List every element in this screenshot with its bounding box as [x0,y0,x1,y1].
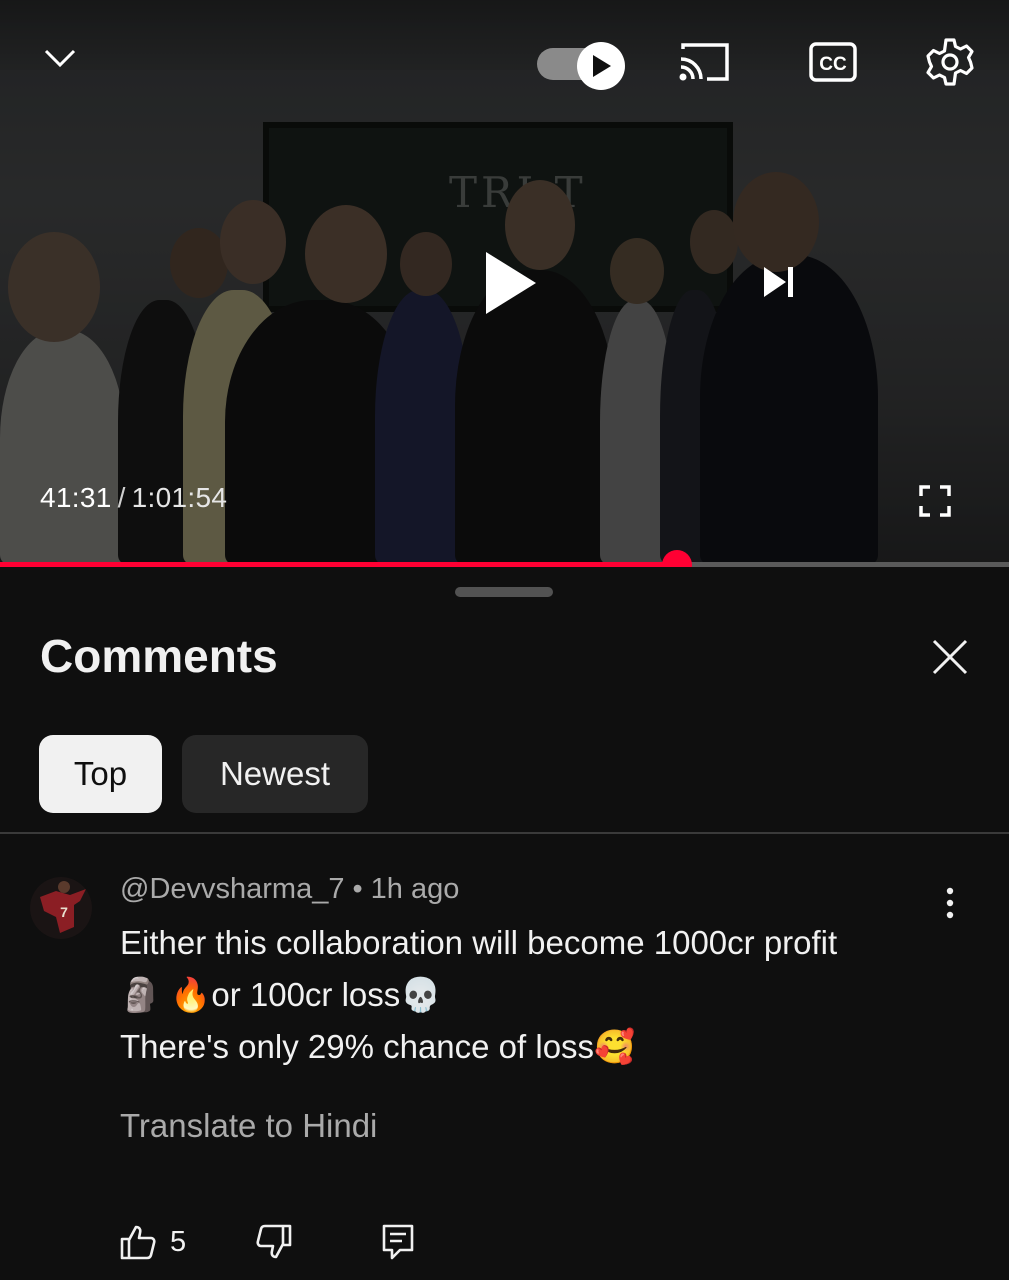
comment-time: 1h ago [370,873,460,905]
like-button[interactable]: 5 [120,1217,186,1267]
thumbs-down-icon [256,1224,292,1259]
autoplay-toggle[interactable] [537,42,625,90]
comments-panel: Comments Top Newest 7 @Devvsharma_7 • 1h a… [0,567,1009,1280]
time-separator: / [117,482,126,513]
dislike-button[interactable] [256,1217,292,1267]
settings-gear-icon[interactable] [924,36,976,88]
divider [0,832,1009,834]
video-duration: 1:01:54 [131,482,228,513]
svg-text:7: 7 [60,904,68,920]
comment-text: Either this collaboration will become 10… [120,924,838,1065]
play-icon[interactable] [480,248,540,318]
close-icon[interactable] [925,632,975,682]
closed-captions-icon[interactable]: CC [808,40,858,84]
avatar[interactable]: 7 [30,877,92,939]
translate-link[interactable]: Translate to Hindi [120,1107,377,1145]
meta-bullet: • [352,873,363,905]
video-time-display: 41:31/1:01:54 [40,482,227,514]
fullscreen-icon[interactable] [916,482,954,520]
minimize-chevron-icon[interactable] [40,40,80,76]
comment-author[interactable]: @Devvsharma_7 [120,873,344,905]
thumbs-up-icon [120,1225,156,1260]
sort-chip-newest[interactable]: Newest [182,735,368,813]
svg-text:CC: CC [819,54,847,75]
reply-comment-icon [382,1224,414,1260]
sort-chip-top[interactable]: Top [39,735,162,813]
comment-actions: 5 [0,1217,1009,1280]
panel-drag-handle[interactable] [455,587,553,597]
reply-button[interactable] [382,1217,414,1267]
video-player[interactable]: TRI T CC 41:31 / 1:01:54 [0,0,1009,565]
comment-meta: @Devvsharma_7 • 1h ago [120,873,459,906]
current-time: 41:31 [40,482,112,513]
autoplay-play-icon [577,42,625,90]
like-count: 5 [170,1225,187,1258]
panel-title: Comments [40,630,278,682]
next-video-icon[interactable] [760,262,798,302]
cast-icon[interactable] [676,40,732,84]
